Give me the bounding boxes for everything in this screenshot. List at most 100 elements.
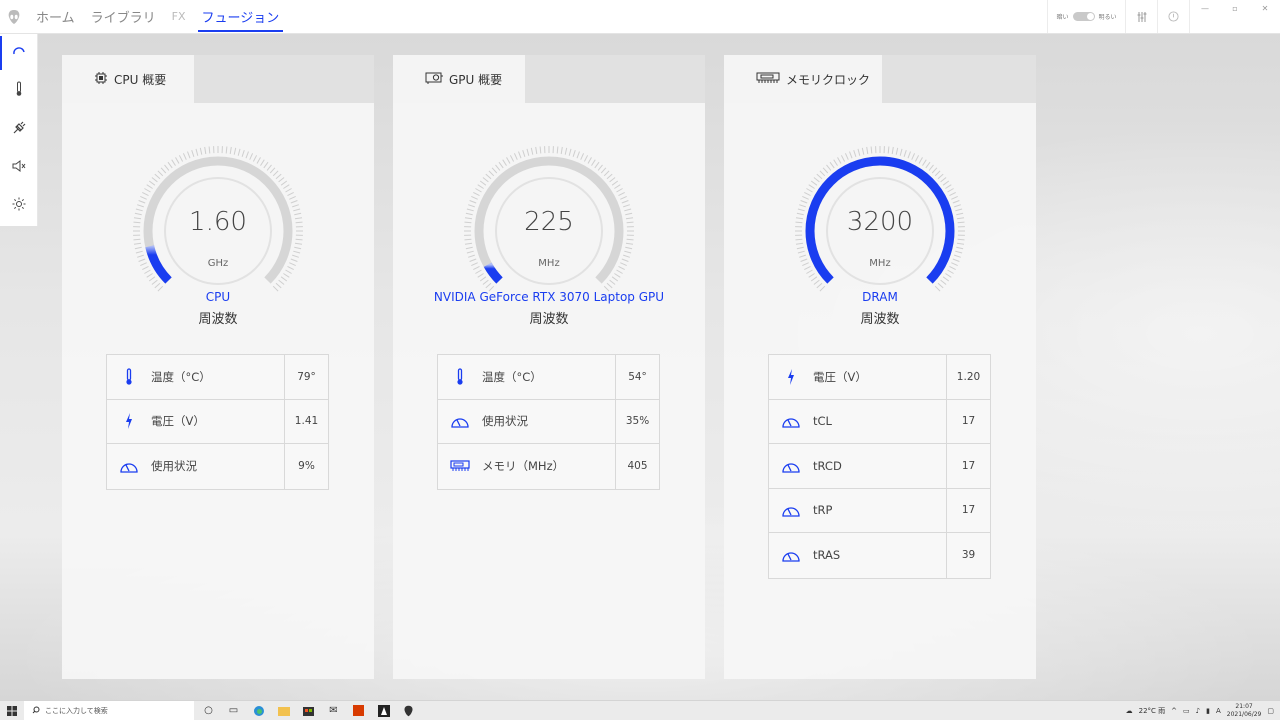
search-placeholder: ここに入力して検索 [45, 706, 108, 715]
stat-label: tCL [813, 414, 832, 429]
taskbar: ここに入力して検索 ○ ▭ ✉ ☁ 22°C 雨 ^ ▭ ♪ ▮ A 21:07… [0, 700, 1280, 720]
gauge-icon [769, 400, 813, 444]
top-bar: ホーム ライブラリ FX フュージョン 暗い 明るい — ▫ ✕ [0, 0, 1280, 34]
tab-home[interactable]: ホーム [28, 0, 83, 33]
stat-label: 電圧（V） [151, 414, 205, 429]
tray-chevron-icon[interactable]: ^ [1171, 707, 1177, 715]
memory-module-icon [756, 72, 780, 87]
stats-table: 電圧（V） 1.20 tCL 17 tRCD 17 tRP 17 tRAS 39 [768, 354, 991, 579]
gauge-unit: GHz [207, 258, 229, 269]
panel-title: GPU 概要 [449, 72, 503, 87]
stat-value: 405 [615, 444, 659, 489]
bolt-icon [107, 400, 151, 444]
stat-value: 1.20 [946, 355, 990, 399]
device-name: NVIDIA GeForce RTX 3070 Laptop GPU [433, 290, 665, 304]
stat-label: 温度（°C） [482, 369, 542, 384]
stat-value: 1.41 [284, 399, 328, 443]
settings-sliders-icon[interactable] [1125, 0, 1157, 33]
panel-title: CPU 概要 [114, 72, 167, 87]
stats-row: メモリ（MHz） 405 [438, 444, 659, 489]
sun-icon [12, 196, 26, 215]
nav-audio[interactable] [0, 148, 37, 186]
stats-row: tCL 17 [769, 399, 990, 444]
notification-icon[interactable]: ▢ [1267, 707, 1274, 715]
plug-icon [12, 120, 26, 139]
stat-value: 35% [615, 399, 659, 443]
alienware-command-center-icon[interactable] [396, 701, 421, 720]
cortana-icon[interactable]: ○ [196, 701, 221, 720]
gauge-icon [769, 489, 813, 533]
maximize-icon[interactable]: ▫ [1220, 0, 1250, 16]
stat-label: tRCD [813, 458, 842, 473]
nav-thermal[interactable] [0, 72, 37, 110]
tab-fx[interactable]: FX [164, 0, 194, 33]
mail-icon[interactable]: ✉ [321, 701, 346, 720]
alienware-app-icon[interactable] [371, 701, 396, 720]
panel-tab[interactable]: CPU 概要 [62, 55, 194, 103]
gauge-icon [769, 444, 813, 488]
taskbar-search[interactable]: ここに入力して検索 [24, 700, 194, 720]
stats-row: 温度（°C） 79° [107, 355, 328, 400]
weather-icon[interactable]: ☁ [1126, 707, 1133, 715]
thermometer-icon [438, 355, 482, 399]
stats-row: 温度（°C） 54° [438, 355, 659, 400]
gauge-unit: MHz [538, 258, 560, 269]
panel-tab[interactable]: メモリクロック [724, 55, 882, 103]
thermometer-icon [14, 81, 24, 101]
gauge-value: 1.60 [189, 207, 247, 237]
stat-label: 使用状況 [151, 459, 197, 474]
gauge-caption: 周波数 [860, 312, 900, 327]
gpu-card-icon [425, 72, 443, 87]
battery-icon[interactable]: ▮ [1206, 707, 1210, 715]
brightness-toggle[interactable] [1072, 12, 1095, 21]
speaker-icon [11, 158, 27, 177]
stat-value: 39 [946, 533, 990, 578]
stat-value: 79° [284, 355, 328, 399]
volume-icon[interactable]: ♪ [1196, 707, 1200, 715]
help-icon[interactable] [1157, 0, 1189, 33]
weather-temp: 22°C 雨 [1138, 706, 1166, 715]
office-icon[interactable] [346, 701, 371, 720]
speedometer-icon [12, 44, 26, 63]
gauge-caption: 周波数 [198, 312, 238, 327]
minimize-icon[interactable]: — [1190, 0, 1220, 16]
stat-label: tRAS [813, 548, 841, 563]
device-name: DRAM [862, 290, 898, 304]
side-nav [0, 34, 38, 226]
gauge-value: 3200 [846, 207, 914, 237]
tab-fusion[interactable]: フュージョン [194, 0, 288, 33]
overview-panel: CPU 概要 1.60 GHz CPU 周波数 温度（°C） 79° 電圧（V）… [62, 55, 374, 679]
stats-row: 使用状況 9% [107, 444, 328, 489]
stat-value: 17 [946, 399, 990, 443]
task-view-icon[interactable]: ▭ [221, 701, 246, 720]
stats-row: 電圧（V） 1.20 [769, 355, 990, 400]
clock[interactable]: 21:07 2021/06/29 [1227, 703, 1262, 719]
nav-overview[interactable] [0, 34, 37, 72]
edge-browser-icon[interactable] [246, 701, 271, 720]
stat-label: 電圧（V） [813, 369, 867, 384]
file-explorer-icon[interactable] [271, 701, 296, 720]
windows-start-icon[interactable] [0, 705, 24, 716]
clock-date: 2021/06/29 [1226, 710, 1262, 718]
gauge-value: 225 [524, 207, 574, 237]
stat-value: 9% [284, 444, 328, 489]
gauge-icon [107, 444, 151, 489]
cpu-chip-icon [94, 71, 108, 88]
gauge-caption: 周波数 [529, 312, 569, 327]
stats-row: tRCD 17 [769, 444, 990, 489]
stats-row: 使用状況 35% [438, 399, 659, 444]
nav-power[interactable] [0, 110, 37, 148]
clock-time: 21:07 [1235, 702, 1253, 710]
panel-tab[interactable]: GPU 概要 [393, 55, 525, 103]
store-icon[interactable] [296, 701, 321, 720]
brightness-control[interactable]: 暗い 明るい [1047, 0, 1125, 33]
overview-panel: GPU 概要 225 MHz NVIDIA GeForce RTX 3070 L… [393, 55, 705, 679]
network-icon[interactable]: ▭ [1183, 707, 1190, 715]
stats-row: tRP 17 [769, 488, 990, 533]
nav-lighting[interactable] [0, 186, 37, 224]
ime-indicator[interactable]: A [1216, 707, 1221, 715]
tab-library[interactable]: ライブラリ [83, 0, 164, 33]
gauge-icon [438, 400, 482, 444]
gauge-unit: MHz [869, 258, 891, 269]
close-icon[interactable]: ✕ [1250, 0, 1280, 16]
